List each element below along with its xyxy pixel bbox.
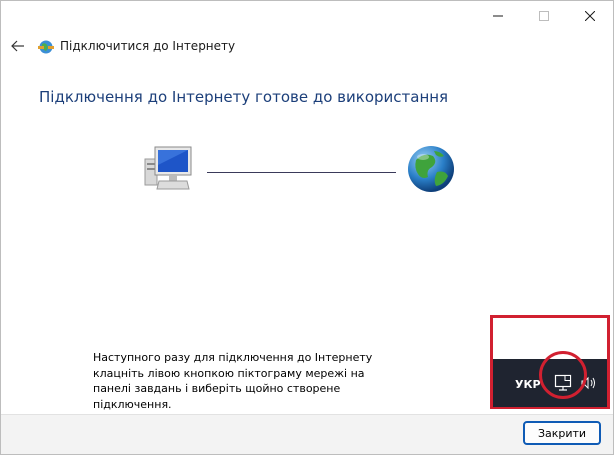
network-icon-highlight-circle <box>539 351 587 399</box>
close-icon <box>585 11 595 21</box>
maximize-button[interactable] <box>521 1 567 31</box>
navigation-bar: Підключитися до Інтернету <box>1 33 613 61</box>
taskbar-highlight-frame: УКР <box>490 315 610 409</box>
close-window-button[interactable] <box>567 1 613 31</box>
connect-to-internet-window: Підключитися до Інтернету Підключення до… <box>0 0 614 455</box>
computer-icon <box>144 146 192 190</box>
close-button[interactable]: Закрити <box>523 421 601 445</box>
back-button[interactable] <box>7 35 29 57</box>
minimize-icon <box>493 15 503 17</box>
language-indicator[interactable]: УКР <box>515 378 541 391</box>
connect-app-icon <box>38 40 54 54</box>
minimize-button[interactable] <box>475 1 521 31</box>
footer-bar: Закрити <box>1 414 613 454</box>
back-arrow-icon <box>11 40 24 52</box>
maximize-icon <box>539 11 549 21</box>
connection-line <box>207 172 396 173</box>
page-heading: Підключення до Інтернету готове до викор… <box>39 88 449 106</box>
window-title: Підключитися до Інтернету <box>60 39 236 53</box>
title-bar <box>1 1 613 33</box>
info-text: Наступного разу для підключення до Інтер… <box>93 351 373 411</box>
globe-icon <box>408 146 454 192</box>
